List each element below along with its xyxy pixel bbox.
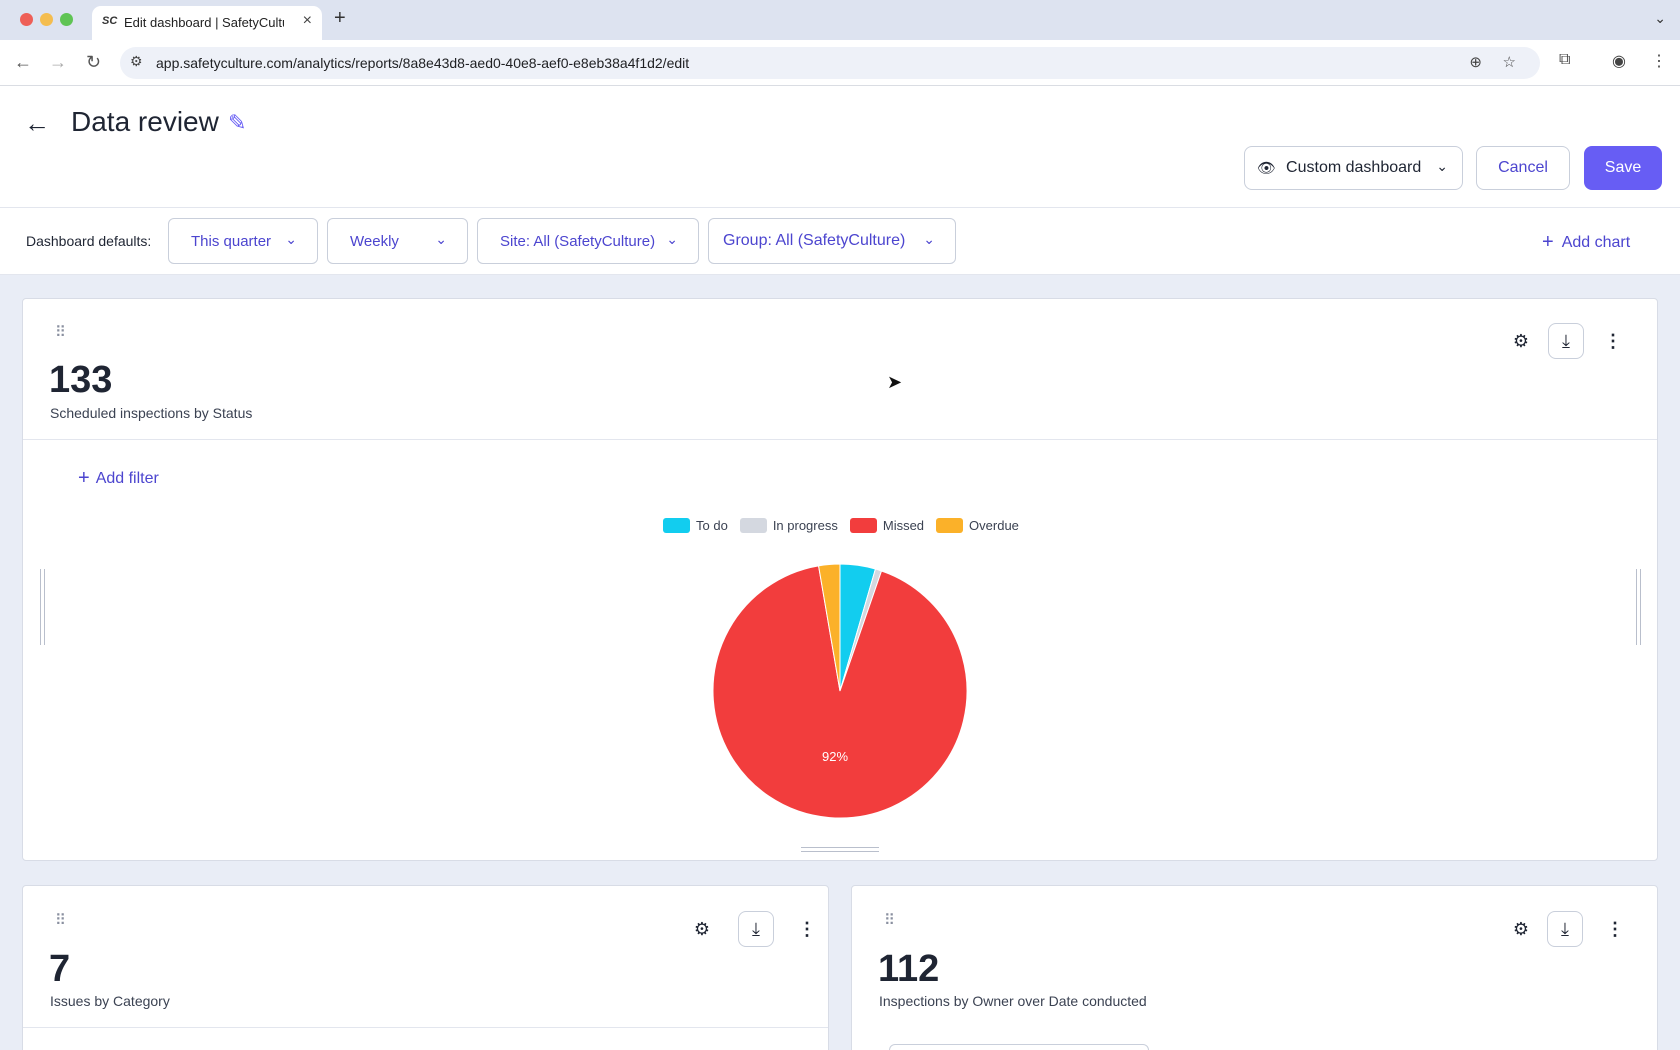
view-select[interactable]: 👁 Custom dashboard ⌄ bbox=[1244, 146, 1463, 190]
site-dropdown[interactable]: Site: All (SafetyCulture) ⌄ bbox=[477, 218, 699, 264]
reload-icon[interactable]: ↻ bbox=[86, 52, 101, 73]
resize-handle-right[interactable] bbox=[1636, 569, 1641, 645]
chart-card-inspections-by-owner: ⠿ 112 Inspections by Owner over Date con… bbox=[851, 885, 1658, 1050]
edit-title-pencil-icon[interactable]: ✎ bbox=[228, 110, 246, 136]
add-chart-button[interactable]: + Add chart bbox=[1542, 230, 1630, 253]
more-vertical-icon[interactable]: ⋮ bbox=[789, 911, 825, 947]
download-icon[interactable]: ⤓ bbox=[1547, 911, 1583, 947]
group-dropdown[interactable]: Group: All (SafetyCulture) ⌄ bbox=[708, 218, 956, 264]
mouse-cursor-icon: ➤ bbox=[887, 372, 903, 392]
plus-icon: + bbox=[1542, 231, 1554, 253]
interval-dropdown[interactable]: Weekly ⌄ bbox=[327, 218, 468, 264]
back-arrow-icon[interactable]: ← bbox=[24, 108, 50, 139]
card-divider bbox=[23, 1027, 828, 1028]
resize-handle-bottom[interactable] bbox=[801, 847, 879, 852]
chevron-down-icon: ⌄ bbox=[435, 231, 447, 247]
bookmark-star-icon[interactable]: ☆ bbox=[1503, 53, 1516, 71]
close-window-button[interactable] bbox=[20, 13, 33, 26]
dashboard-defaults-bar: Dashboard defaults: This quarter ⌄ Weekl… bbox=[0, 208, 1680, 275]
browser-address-bar: ← → ↻ ⚙ app.safetyculture.com/analytics/… bbox=[0, 40, 1680, 86]
kpi-value: 112 bbox=[878, 948, 940, 990]
pie-chart: 92% bbox=[712, 563, 968, 819]
chevron-down-icon: ⌄ bbox=[923, 231, 935, 247]
forward-nav-icon[interactable]: → bbox=[49, 52, 67, 73]
chevron-down-icon: ⌄ bbox=[1436, 158, 1448, 174]
gear-icon[interactable]: ⚙ bbox=[684, 911, 720, 947]
drag-handle-icon[interactable]: ⠿ bbox=[884, 913, 898, 928]
group-label: Group: All (SafetyCulture) bbox=[723, 232, 906, 249]
tab-search-icon[interactable]: ⌄ bbox=[1654, 10, 1666, 27]
url-text[interactable]: app.safetyculture.com/analytics/reports/… bbox=[156, 55, 689, 71]
chart-title: Inspections by Owner over Date conducted bbox=[879, 993, 1147, 1009]
profile-icon[interactable]: ◉ bbox=[1612, 51, 1626, 71]
page-header: ← Data review ✎ 👁 Custom dashboard ⌄ Can… bbox=[0, 86, 1680, 208]
dashboard-defaults-label: Dashboard defaults: bbox=[26, 233, 152, 249]
chart-card-issues-by-category: ⠿ 7 Issues by Category ⚙ ⤓ ⋮ bbox=[22, 885, 829, 1050]
site-settings-icon[interactable]: ⚙ bbox=[130, 53, 143, 70]
close-tab-icon[interactable]: × bbox=[303, 12, 312, 30]
tab-title: Edit dashboard | SafetyCultur bbox=[124, 15, 284, 30]
browser-tab-bar: SC Edit dashboard | SafetyCultur × + ⌄ bbox=[0, 0, 1680, 40]
page-title: Data review bbox=[71, 106, 219, 137]
add-chart-label: Add chart bbox=[1561, 234, 1631, 251]
pie-data-label: 92% bbox=[822, 749, 848, 764]
filter-input[interactable] bbox=[889, 1044, 1149, 1050]
drag-handle-icon[interactable]: ⠿ bbox=[55, 913, 69, 928]
date-range-label: This quarter bbox=[191, 233, 272, 250]
zoom-icon[interactable]: ⊕ bbox=[1469, 53, 1482, 71]
more-vertical-icon[interactable]: ⋮ bbox=[1597, 911, 1633, 947]
site-label: Site: All (SafetyCulture) bbox=[500, 233, 656, 250]
chevron-down-icon: ⌄ bbox=[666, 231, 678, 247]
url-field[interactable]: ⚙ app.safetyculture.com/analytics/report… bbox=[120, 47, 1540, 79]
browser-tab[interactable]: SC Edit dashboard | SafetyCultur × bbox=[92, 6, 322, 40]
minimize-window-button[interactable] bbox=[40, 13, 53, 26]
eye-icon: 👁 bbox=[1257, 160, 1277, 177]
new-tab-icon[interactable]: + bbox=[334, 7, 346, 30]
interval-label: Weekly bbox=[350, 233, 399, 250]
save-button[interactable]: Save bbox=[1584, 146, 1662, 190]
maximize-window-button[interactable] bbox=[60, 13, 73, 26]
browser-menu-icon[interactable]: ⋮ bbox=[1651, 51, 1667, 71]
chart-card-scheduled-inspections: ⠿ 133 Scheduled inspections by Status ⚙ … bbox=[22, 298, 1658, 861]
kpi-value: 7 bbox=[49, 948, 71, 990]
chart-title: Issues by Category bbox=[50, 993, 170, 1009]
chevron-down-icon: ⌄ bbox=[285, 231, 297, 247]
view-select-label: Custom dashboard bbox=[1286, 159, 1422, 176]
favicon-icon: SC bbox=[102, 15, 118, 27]
resize-handle-left[interactable] bbox=[40, 569, 45, 645]
cancel-button[interactable]: Cancel bbox=[1476, 146, 1570, 190]
gear-icon[interactable]: ⚙ bbox=[1503, 911, 1539, 947]
back-nav-icon[interactable]: ← bbox=[14, 52, 32, 73]
date-range-dropdown[interactable]: This quarter ⌄ bbox=[168, 218, 318, 264]
extensions-icon[interactable]: ⧉ bbox=[1559, 51, 1570, 69]
download-icon[interactable]: ⤓ bbox=[738, 911, 774, 947]
